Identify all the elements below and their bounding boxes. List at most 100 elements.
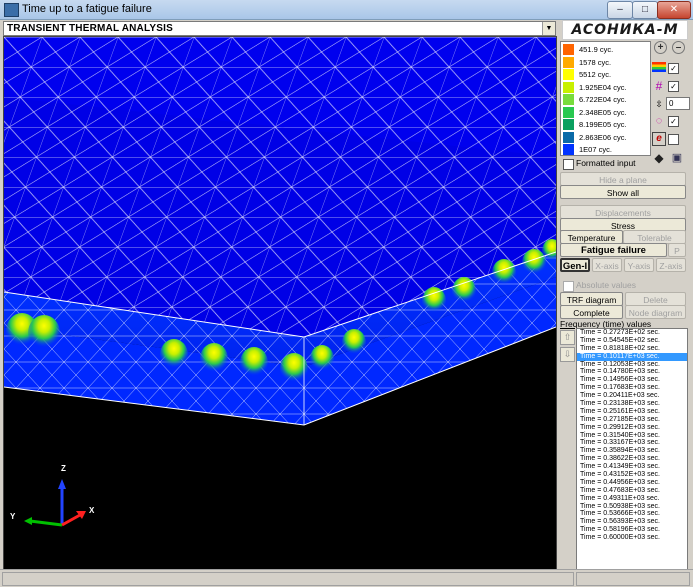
legend-row: 451.9 cyc. xyxy=(563,44,648,55)
frequency-list-item[interactable]: Time = 0.38622E+03 sec. xyxy=(577,455,687,463)
frequency-list-item[interactable]: Time = 0.47683E+03 sec. xyxy=(577,487,687,495)
absolute-values-checkbox[interactable] xyxy=(563,281,574,292)
grid-checkbox[interactable]: ✓ xyxy=(668,81,679,92)
view-tools: + – ✓ # ✓ ⇳ 0 ◌ ✓ e ◆ ▣ xyxy=(652,41,690,166)
legend-row: 1E07 cyc. xyxy=(563,144,648,155)
fe-mesh-render: Z Y X xyxy=(4,37,556,527)
frequency-list-item[interactable]: Time = 0.54545E+02 sec. xyxy=(577,337,687,345)
frequency-list-item[interactable]: Time = 0.53666E+03 sec. xyxy=(577,510,687,518)
y-axis-label: Y xyxy=(10,512,16,521)
p-button[interactable]: P xyxy=(668,243,686,257)
trf-diagram-button[interactable]: TRF diagram xyxy=(560,292,623,306)
legend-swatch xyxy=(563,131,574,143)
deformed-shape-checkbox[interactable]: ✓ xyxy=(668,116,679,127)
asonika-logo: ACОНИКА-М xyxy=(562,20,688,40)
legend-row: 2.348E05 cyc. xyxy=(563,106,648,118)
legend-swatch xyxy=(563,119,574,130)
color-scale-checkbox[interactable]: ✓ xyxy=(668,63,679,74)
legend-swatch xyxy=(563,94,574,105)
delete-button[interactable]: Delete xyxy=(625,292,686,306)
legend-row: 8.199E05 cyc. xyxy=(563,119,648,130)
fatigue-failure-button[interactable]: Fatigue failure xyxy=(560,243,667,257)
frequency-list-item[interactable]: Time = 0.14956E+03 sec. xyxy=(577,376,687,384)
legend-row: 6.722E04 cyc. xyxy=(563,94,648,105)
zoom-out-icon[interactable]: – xyxy=(672,41,685,54)
z-axis-button[interactable]: Z-axis xyxy=(656,258,686,272)
status-bar xyxy=(0,569,693,587)
legend-swatch xyxy=(563,69,574,80)
color-legend: 451.9 cyc. 1578 cyc. 5512 cyc. 1.925E04 … xyxy=(560,41,651,156)
e-icon[interactable]: e xyxy=(652,132,666,146)
deformed-shape-icon[interactable]: ◌ xyxy=(652,114,666,128)
frequency-list[interactable]: Time = 0.27273E+02 sec. Time = 0.54545E+0… xyxy=(576,328,688,570)
chevron-down-icon[interactable]: ▼ xyxy=(542,22,555,35)
window-title: Time up to a fatigue failure xyxy=(22,3,152,15)
spin-input[interactable]: 0 xyxy=(666,97,690,110)
frequency-list-item[interactable]: Time = 0.14780E+03 sec. xyxy=(577,368,687,376)
move-up-icon[interactable]: ⇧ xyxy=(560,330,575,345)
status-cell-right xyxy=(576,572,690,586)
frequency-list-item[interactable]: Time = 0.81818E+02 sec. xyxy=(577,345,687,353)
grid-icon[interactable]: # xyxy=(652,79,666,93)
legend-row: 5512 cyc. xyxy=(563,69,648,80)
status-cell-main xyxy=(2,572,574,586)
frequency-list-item[interactable]: Time = 0.31540E+03 sec. xyxy=(577,432,687,440)
temperature-button[interactable]: Temperature xyxy=(560,230,623,244)
axis-triad xyxy=(24,479,86,527)
frequency-list-item[interactable]: Time = 0.23138E+03 sec. xyxy=(577,400,687,408)
hide-plane-button[interactable]: Hide a plane xyxy=(560,172,686,186)
show-all-button[interactable]: Show all xyxy=(560,185,686,199)
frequency-list-item[interactable]: Time = 0.44956E+03 sec. xyxy=(577,479,687,487)
frequency-list-item[interactable]: Time = 0.43152E+03 sec. xyxy=(577,471,687,479)
zoom-in-icon[interactable]: + xyxy=(654,41,667,54)
frequency-list-item[interactable]: Time = 0.20411E+03 sec. xyxy=(577,392,687,400)
tolerable-button[interactable]: Tolerable xyxy=(623,230,686,244)
formatted-input-checkbox[interactable] xyxy=(563,159,574,170)
x-axis-label: X xyxy=(89,506,95,515)
frequency-list-item[interactable]: Time = 0.27273E+02 sec. xyxy=(577,329,687,337)
legend-swatch xyxy=(563,44,574,55)
frequency-list-item[interactable]: Time = 0.27185E+03 sec. xyxy=(577,416,687,424)
legend-row: 2.863E06 cyc. xyxy=(563,131,648,143)
legend-swatch xyxy=(563,81,574,93)
analysis-type-select[interactable]: TRANSIENT THERMAL ANALYSIS ▼ xyxy=(3,21,556,36)
color-scale-icon[interactable] xyxy=(652,62,666,72)
legend-row: 1578 cyc. xyxy=(563,56,648,68)
frequency-list-item[interactable]: Time = 0.50938E+03 sec. xyxy=(577,503,687,511)
frequency-list-item[interactable]: Time = 0.33167E+03 sec. xyxy=(577,439,687,447)
frequency-list-item[interactable]: Time = 0.56393E+03 sec. xyxy=(577,518,687,526)
legend-swatch xyxy=(563,144,574,155)
frequency-list-item[interactable]: Time = 0.12053E+03 sec. xyxy=(577,361,687,369)
formatted-input-label: Formatted input xyxy=(576,158,636,168)
frequency-list-item[interactable]: Time = 0.49311E+03 sec. xyxy=(577,495,687,503)
x-axis-button[interactable]: X-axis xyxy=(592,258,622,272)
save-icon[interactable]: ▣ xyxy=(670,151,684,165)
frequency-list-item[interactable]: Time = 0.60000E+03 sec. xyxy=(577,534,687,542)
frequency-list-item[interactable]: Time = 0.58196E+03 sec. xyxy=(577,526,687,534)
node-diagram-button[interactable]: Node diagram xyxy=(625,305,686,319)
absolute-values-label: Absolute values xyxy=(576,280,637,290)
y-axis-button[interactable]: Y-axis xyxy=(624,258,654,272)
z-axis-label: Z xyxy=(61,464,66,473)
spin-icon[interactable]: ⇳ xyxy=(652,97,666,111)
move-down-icon[interactable]: ⇩ xyxy=(560,347,575,362)
minimize-button[interactable]: – xyxy=(607,1,633,19)
frequency-list-item[interactable]: Time = 0.25161E+03 sec. xyxy=(577,408,687,416)
frequency-list-item[interactable]: Time = 0.10117E+03 sec. xyxy=(577,352,687,361)
frequency-list-item[interactable]: Time = 0.29912E+03 sec. xyxy=(577,424,687,432)
model-viewport[interactable]: Z Y X xyxy=(3,36,557,570)
legend-swatch xyxy=(563,56,574,68)
legend-swatch xyxy=(563,106,574,118)
app-icon xyxy=(4,3,19,17)
title-bar: Time up to a fatigue failure – □ ✕ xyxy=(0,0,693,20)
displacements-button[interactable]: Displacements xyxy=(560,205,686,219)
palette-icon[interactable]: ◆ xyxy=(652,151,666,165)
gen-i-button[interactable]: Gen-I xyxy=(560,258,590,272)
frequency-list-item[interactable]: Time = 0.41349E+03 sec. xyxy=(577,463,687,471)
complete-button[interactable]: Complete xyxy=(560,305,623,319)
frequency-list-item[interactable]: Time = 0.17683E+03 sec. xyxy=(577,384,687,392)
maximize-button[interactable]: □ xyxy=(632,1,658,19)
frequency-list-item[interactable]: Time = 0.35894E+03 sec. xyxy=(577,447,687,455)
e-checkbox[interactable] xyxy=(668,134,679,145)
close-button[interactable]: ✕ xyxy=(657,1,691,19)
